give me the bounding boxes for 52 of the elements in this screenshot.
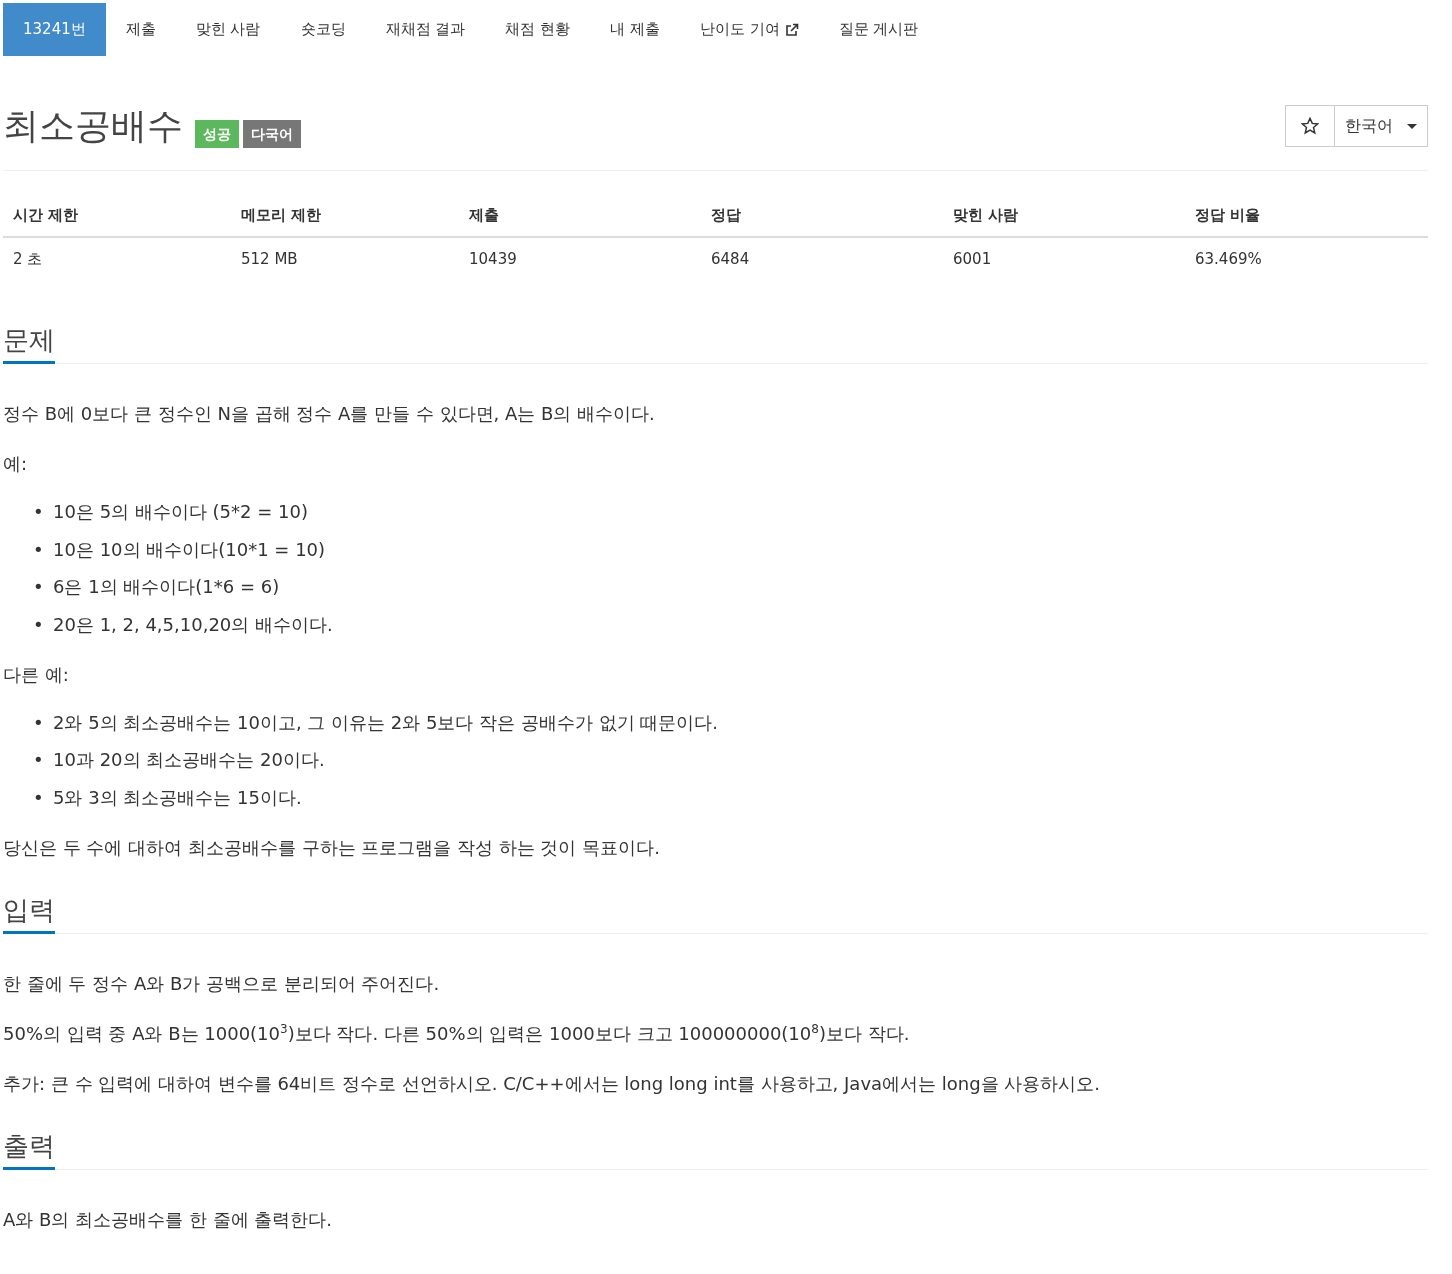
status-badge: 성공 bbox=[195, 120, 239, 148]
paragraph: A와 B의 최소공배수를 한 줄에 출력한다. bbox=[3, 1207, 333, 1232]
bullet: • bbox=[33, 537, 41, 562]
column-header: 제출 bbox=[459, 195, 701, 238]
star-icon bbox=[1301, 117, 1319, 135]
nav-tab[interactable]: 난이도 기여 bbox=[679, 3, 819, 56]
bullet: • bbox=[33, 575, 41, 599]
bullet: • bbox=[33, 612, 41, 637]
paragraph: 다른 예: bbox=[3, 662, 70, 687]
list-item: 20은 1, 2, 4,5,10,20의 배수이다. bbox=[53, 612, 333, 637]
nav-tab[interactable]: 제출 bbox=[105, 3, 176, 56]
list-item: 10은 10의 배수이다(10*1 = 10) bbox=[53, 537, 326, 562]
table-cell-text: 512 MB bbox=[240, 249, 299, 270]
nav-tab[interactable]: 질문 게시판 bbox=[818, 3, 939, 56]
column-header: 맞힌 사람 bbox=[943, 195, 1185, 238]
column-header: 정답 bbox=[701, 195, 943, 238]
section-heading: 입력 bbox=[3, 889, 55, 934]
paragraph: 한 줄에 두 정수 A와 B가 공백으로 분리되어 주어진다. bbox=[3, 971, 441, 996]
bullet: • bbox=[33, 748, 41, 772]
bullet: • bbox=[33, 785, 41, 810]
caret-icon bbox=[1407, 123, 1417, 129]
table-cell-text: 6001 bbox=[952, 249, 993, 270]
nav-tab[interactable]: 맞힌 사람 bbox=[175, 3, 281, 56]
section-heading: 출력 bbox=[3, 1125, 55, 1170]
paragraph: 당신은 두 수에 대하여 최소공배수를 구하는 프로그램을 작성 하는 것이 목표이다. bbox=[3, 835, 661, 860]
section-heading: 문제 bbox=[3, 320, 55, 364]
nav-tab[interactable]: 13241번 bbox=[3, 3, 106, 56]
list-item: 6은 1의 배수이다(1*6 = 6) bbox=[53, 575, 280, 599]
nav-tab[interactable]: 재채점 결과 bbox=[365, 3, 486, 56]
paragraph: 추가: 큰 수 입력에 대하여 변수를 64비트 정수로 선언하시오. C/C++에서는 long long int를 사용하고, Java에서는 long을 사용하시오. bbox=[3, 1071, 1102, 1096]
external-link-icon bbox=[784, 22, 799, 37]
status-badge: 다국어 bbox=[243, 120, 301, 148]
column-header: 정답 비율 bbox=[1185, 195, 1428, 238]
list-item: 5와 3의 최소공배수는 15이다. bbox=[53, 785, 302, 810]
list-item: 10과 20의 최소공배수는 20이다. bbox=[53, 748, 325, 772]
column-header: 시간 제한 bbox=[3, 195, 231, 238]
table-cell-text: 10439 bbox=[468, 249, 518, 270]
paragraph: 50%의 입력 중 A와 B는 1000(10$^{3}$)보다 작다. 다른 50%의 입력은 1000보다 크고 100000000(10$^{8}$)보다 작다. bbox=[3, 1021, 911, 1046]
list-item: 10은 5의 배수이다 (5*2 = 10) bbox=[53, 500, 308, 524]
table-cell-text: 63.469% bbox=[1194, 249, 1263, 270]
nav-tab[interactable]: 숏코딩 bbox=[280, 3, 366, 56]
paragraph: 예: bbox=[3, 452, 29, 476]
paragraph: 정수 B에 0보다 큰 정수인 N을 곱해 정수 A를 만들 수 있다면, A는 B의 배수이다. bbox=[3, 402, 656, 426]
table-cell-text: 6484 bbox=[710, 249, 751, 270]
column-header: 메모리 제한 bbox=[231, 195, 459, 238]
nav-tab[interactable]: 내 제출 bbox=[590, 3, 680, 56]
nav-tab[interactable]: 채점 현황 bbox=[485, 3, 591, 56]
problem-title: 최소공배수 bbox=[3, 104, 183, 148]
table-cell-text: 2 초 bbox=[12, 249, 44, 270]
bullet: • bbox=[33, 500, 41, 524]
bullet: • bbox=[33, 710, 41, 735]
list-item: 2와 5의 최소공배수는 10이고, 그 이유는 2와 5보다 작은 공배수가 없기 때문이다. bbox=[53, 710, 719, 735]
